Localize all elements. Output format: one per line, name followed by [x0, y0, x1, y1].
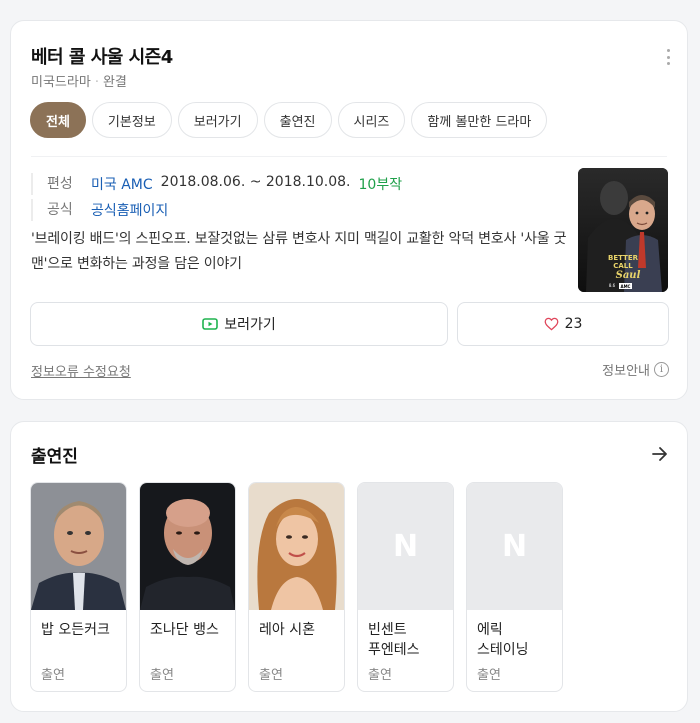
actor-name: 밥 오든커크 — [41, 622, 110, 638]
play-video-icon — [202, 318, 219, 330]
cast-section-title: 출연진 — [31, 447, 78, 467]
cast-member[interactable]: 조나단 뱅스 출연 — [139, 482, 236, 692]
actor-role: 출연 — [150, 668, 174, 683]
cast-member[interactable]: N 에릭 스테이닝 출연 — [466, 482, 563, 692]
show-genre: 미국드라마 — [31, 75, 91, 90]
cast-member[interactable]: 레아 시혼 출연 — [248, 482, 345, 692]
official-label: 공식 — [31, 199, 91, 221]
episode-count: 10부작 — [358, 177, 403, 193]
actor-role: 출연 — [259, 668, 283, 683]
show-subtitle: 미국드라마 · 완결 — [31, 75, 127, 90]
tab-cast[interactable]: 출연진 — [263, 102, 332, 138]
cast-list: 밥 오든커크 출연 조나단 뱅스 출연 레아 시혼 출연 N 빈센트 푸엔테스 … — [30, 482, 563, 692]
like-count: 23 — [564, 316, 583, 332]
actor-name: 레아 시혼 — [259, 622, 315, 638]
show-description: '브레이킹 배드'의 스핀오프. 보잘것없는 삼류 변호사 지미 맥길이 교활한… — [31, 231, 567, 272]
info-guide-label: 정보안내 — [602, 364, 650, 379]
show-poster[interactable]: BETTER CALL Saul 8.6 AMC — [578, 168, 668, 292]
show-info-card: 베터 콜 사울 시즌4 미국드라마 · 완결 전체 기본정보 보러가기 출연진 시리… — [10, 20, 688, 400]
poster-badge: AMC — [620, 284, 630, 289]
actor-photo — [31, 483, 126, 610]
watch-button[interactable]: 보러가기 — [30, 302, 448, 346]
report-error-link[interactable]: 정보오류 수정요청 — [31, 361, 131, 380]
official-site-link[interactable]: 공식홈페이지 — [91, 200, 168, 220]
broadcast-row: 편성 미국 AMC 2018.08.06. ~ 2018.10.08. 10부작 — [31, 171, 402, 197]
tab-bar: 전체 기본정보 보러가기 출연진 시리즈 함께 볼만한 드라마 — [30, 102, 548, 138]
tab-all[interactable]: 전체 — [30, 102, 86, 138]
info-block: 편성 미국 AMC 2018.08.06. ~ 2018.10.08. 10부작… — [31, 171, 402, 223]
tab-basic-info[interactable]: 기본정보 — [91, 102, 172, 138]
cast-member[interactable]: N 빈센트 푸엔테스 출연 — [357, 482, 454, 692]
cast-card-section: 출연진 밥 오든커크 출연 조나단 뱅스 출연 레아 시혼 출연 N 빈센트 푸… — [10, 421, 688, 712]
tab-watch[interactable]: 보러가기 — [177, 102, 258, 138]
actor-role: 출연 — [41, 668, 65, 683]
poster-title-2: CALL — [613, 262, 633, 270]
heart-icon — [544, 317, 558, 331]
watch-button-label: 보러가기 — [224, 317, 276, 333]
tab-recommended[interactable]: 함께 볼만한 드라마 — [411, 102, 548, 138]
actor-photo — [249, 483, 344, 610]
actor-name: 에릭 스테이닝 — [477, 622, 529, 658]
cast-member[interactable]: 밥 오든커크 출연 — [30, 482, 127, 692]
actor-photo — [140, 483, 235, 610]
poster-title-1: BETTER — [608, 254, 639, 262]
arrow-right-icon[interactable] — [651, 446, 669, 462]
actor-name: 빈센트 푸엔테스 — [368, 622, 420, 658]
tab-series[interactable]: 시리즈 — [337, 102, 406, 138]
actor-photo-placeholder: N — [358, 483, 453, 610]
show-title[interactable]: 베터 콜 사울 시즌4 — [31, 43, 173, 69]
actor-name: 조나단 뱅스 — [150, 622, 219, 638]
official-row: 공식 공식홈페이지 — [31, 197, 402, 223]
poster-title-3: Saul — [616, 270, 641, 281]
like-button[interactable]: 23 — [457, 302, 669, 346]
naver-placeholder-icon: N — [392, 529, 419, 564]
actor-role: 출연 — [477, 668, 501, 683]
divider — [31, 156, 667, 157]
show-status: 완결 — [102, 75, 127, 90]
actor-photo-placeholder: N — [467, 483, 562, 610]
naver-placeholder-icon: N — [501, 529, 528, 564]
more-options-icon[interactable] — [665, 49, 671, 65]
poster-date: 8.6 — [609, 283, 616, 288]
info-guide[interactable]: 정보안내 i — [602, 360, 669, 379]
actor-role: 출연 — [368, 668, 392, 683]
broadcast-dates: 2018.08.06. ~ 2018.10.08. — [160, 174, 351, 190]
network-link[interactable]: 미국 AMC — [91, 174, 153, 194]
broadcast-label: 편성 — [31, 173, 91, 195]
info-icon: i — [654, 362, 669, 377]
